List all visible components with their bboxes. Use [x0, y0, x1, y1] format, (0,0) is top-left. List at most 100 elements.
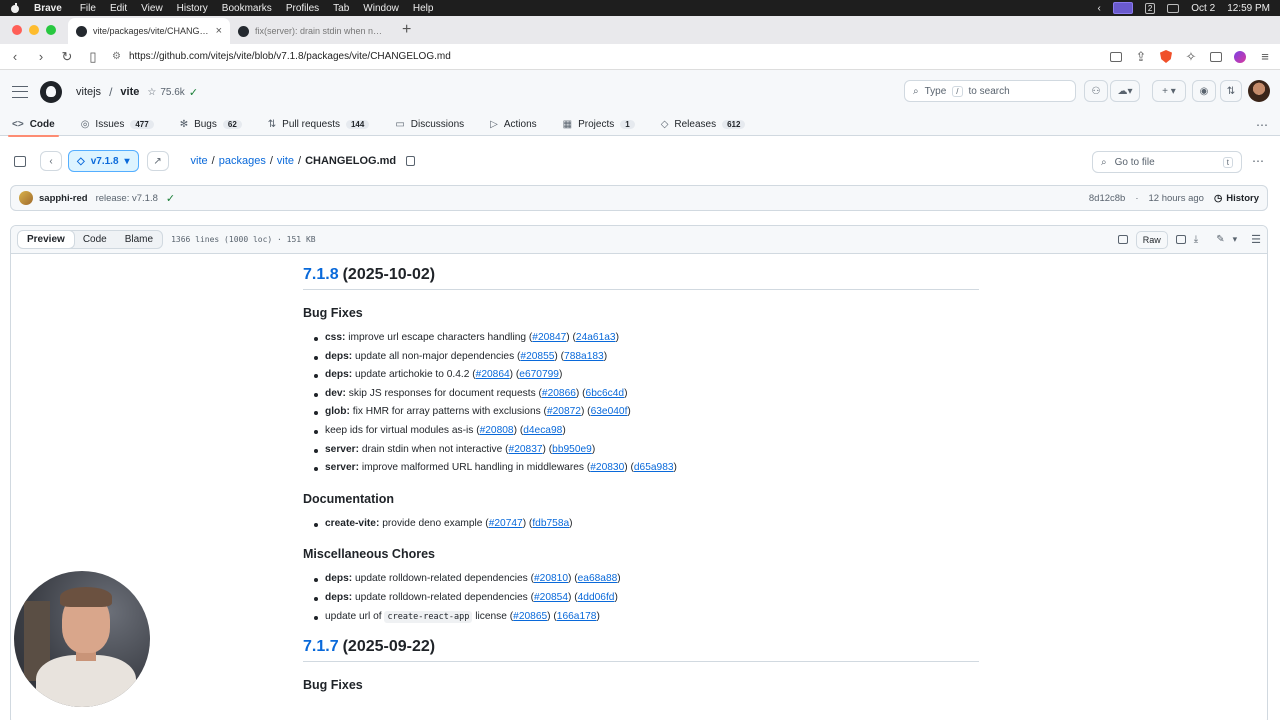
menu-profiles[interactable]: Profiles — [286, 3, 319, 14]
tab-code[interactable]: <> Code — [8, 114, 59, 137]
menu-file[interactable]: File — [80, 3, 96, 14]
bookmark-icon[interactable]: ▯ — [86, 49, 100, 65]
branch-selector[interactable]: ◇ v7.1.8 ▾ — [68, 150, 139, 172]
commit-link[interactable]: ea68a88 — [578, 573, 618, 584]
back-button[interactable]: ‹ — [40, 151, 62, 171]
repo-name-link[interactable]: vite — [120, 86, 139, 98]
go-to-file-input[interactable]: ⌕ Go to file t — [1092, 151, 1242, 173]
pr-link[interactable]: #20837 — [509, 444, 543, 455]
repo-owner-link[interactable]: vitejs — [76, 86, 101, 98]
extensions-icon[interactable]: ✧ — [1184, 49, 1198, 65]
copy-icon[interactable] — [1175, 235, 1186, 244]
menu-edit[interactable]: Edit — [110, 3, 127, 14]
back-icon[interactable]: ‹ — [8, 49, 22, 64]
tab-discussions[interactable]: ▭ Discussions — [395, 114, 464, 136]
screen-record-icon[interactable] — [1112, 2, 1133, 14]
reload-icon[interactable]: ↻ — [60, 49, 74, 65]
menu-window[interactable]: Window — [363, 3, 399, 14]
new-tab-icon[interactable]: + — [392, 21, 421, 39]
pull-requests-icon[interactable]: ⇅ — [1220, 80, 1242, 102]
menubar-date[interactable]: Oct 2 — [1191, 3, 1215, 14]
desktop-number[interactable]: 2 — [1144, 2, 1156, 14]
copy-path-icon[interactable] — [406, 156, 416, 166]
minimize-window-button[interactable] — [29, 25, 39, 35]
outline-icon[interactable]: ☰ — [1251, 233, 1261, 246]
open-in-new-button[interactable]: ↗ — [146, 151, 169, 171]
user-avatar[interactable] — [1248, 80, 1270, 102]
control-center-icon[interactable] — [1167, 3, 1180, 13]
download-icon[interactable]: ⤓ — [1194, 234, 1198, 245]
sidebar-toggle-icon[interactable] — [14, 155, 26, 167]
pr-link[interactable]: #20847 — [532, 332, 566, 343]
commit-link[interactable]: fdb758a — [532, 518, 569, 529]
release-version-link[interactable]: 7.1.8 — [303, 266, 339, 284]
search-input[interactable]: ⌕ Type / to search — [904, 80, 1076, 102]
commit-link[interactable]: 6bc6c4d — [586, 388, 625, 399]
commit-link[interactable]: 63e040f — [591, 406, 628, 417]
menu-app-name[interactable]: Brave — [34, 3, 62, 14]
commit-link[interactable]: 788a183 — [564, 351, 604, 362]
author-avatar[interactable] — [19, 191, 33, 205]
tab-preview[interactable]: Preview — [18, 231, 75, 248]
commit-message[interactable]: release: v7.1.8 — [96, 193, 158, 204]
zoom-window-button[interactable] — [46, 25, 56, 35]
tab-actions[interactable]: ▷ Actions — [490, 114, 537, 136]
commit-author[interactable]: sapphi-red — [39, 193, 88, 204]
chevron-down-icon[interactable]: ▾ — [1233, 234, 1238, 245]
pr-link[interactable]: #20808 — [480, 425, 514, 436]
commit-link[interactable]: bb950e9 — [552, 444, 592, 455]
breadcrumb-link[interactable]: vite — [191, 155, 208, 167]
site-settings-icon[interactable]: ⚙ — [112, 51, 121, 62]
wallet-icon[interactable] — [1210, 51, 1222, 62]
more-icon[interactable]: ⋯ — [1256, 118, 1268, 132]
pr-link[interactable]: #20855 — [520, 351, 554, 362]
edit-icon[interactable]: ✎ — [1216, 234, 1224, 245]
close-window-button[interactable] — [12, 25, 22, 35]
pr-link[interactable]: #20830 — [590, 462, 624, 473]
copilot-icon[interactable]: ⚇ — [1084, 80, 1108, 102]
copilot-menu-button[interactable]: ☁▾ — [1110, 80, 1140, 102]
issues-icon[interactable]: ◉ — [1192, 80, 1216, 102]
create-new-button[interactable]: + ▾ — [1152, 80, 1186, 102]
profile-icon[interactable] — [1234, 50, 1246, 63]
brave-shields-icon[interactable] — [1160, 50, 1172, 63]
apple-icon[interactable] — [10, 3, 20, 13]
breadcrumb-link[interactable]: vite — [277, 155, 294, 167]
history-button[interactable]: ◷ History — [1214, 193, 1259, 204]
browser-menu-icon[interactable]: ≡ — [1258, 49, 1272, 64]
chevron-left-icon[interactable]: ‹ — [1097, 3, 1100, 14]
forward-icon[interactable]: › — [34, 49, 48, 64]
commit-link[interactable]: 166a178 — [557, 611, 597, 622]
pr-link[interactable]: #20747 — [489, 518, 523, 529]
tab-issues[interactable]: ◎ Issues 477 — [81, 114, 154, 136]
share-icon[interactable]: ⇪ — [1134, 49, 1148, 65]
pr-link[interactable]: #20865 — [513, 611, 547, 622]
tab-projects[interactable]: ▦ Projects 1 — [563, 114, 635, 136]
browser-tab[interactable]: fix(server): drain stdin when not intera… — [230, 18, 392, 44]
raw-button[interactable]: Raw — [1135, 230, 1168, 249]
menu-bookmarks[interactable]: Bookmarks — [222, 3, 272, 14]
check-icon[interactable]: ✓ — [166, 192, 175, 205]
commit-link[interactable]: d4eca98 — [523, 425, 562, 436]
commit-sha[interactable]: 8d12c8b — [1089, 193, 1125, 204]
pr-link[interactable]: #20810 — [534, 573, 568, 584]
pr-link[interactable]: #20854 — [534, 592, 568, 603]
menu-tab[interactable]: Tab — [333, 3, 349, 14]
tab-releases[interactable]: ◇ Releases 612 — [661, 114, 746, 136]
menu-history[interactable]: History — [177, 3, 208, 14]
tab-blame[interactable]: Blame — [116, 231, 162, 248]
cast-icon[interactable] — [1110, 51, 1122, 62]
menu-view[interactable]: View — [141, 3, 163, 14]
commit-link[interactable]: 24a61a3 — [576, 332, 616, 343]
release-version-link[interactable]: 7.1.7 — [303, 638, 339, 656]
pr-link[interactable]: #20872 — [547, 406, 581, 417]
close-tab-icon[interactable]: × — [216, 25, 222, 37]
breadcrumb-link[interactable]: packages — [219, 155, 266, 167]
menu-help[interactable]: Help — [413, 3, 434, 14]
commit-link[interactable]: d65a983 — [634, 462, 674, 473]
menubar-time[interactable]: 12:59 PM — [1227, 3, 1270, 14]
more-options-icon[interactable]: ⋯ — [1252, 154, 1264, 168]
url-field[interactable]: ⚙ https://github.com/vitejs/vite/blob/v7… — [112, 51, 1098, 62]
copilot-icon[interactable] — [1117, 235, 1128, 244]
tab-pull-requests[interactable]: ⇅ Pull requests 144 — [268, 114, 370, 136]
